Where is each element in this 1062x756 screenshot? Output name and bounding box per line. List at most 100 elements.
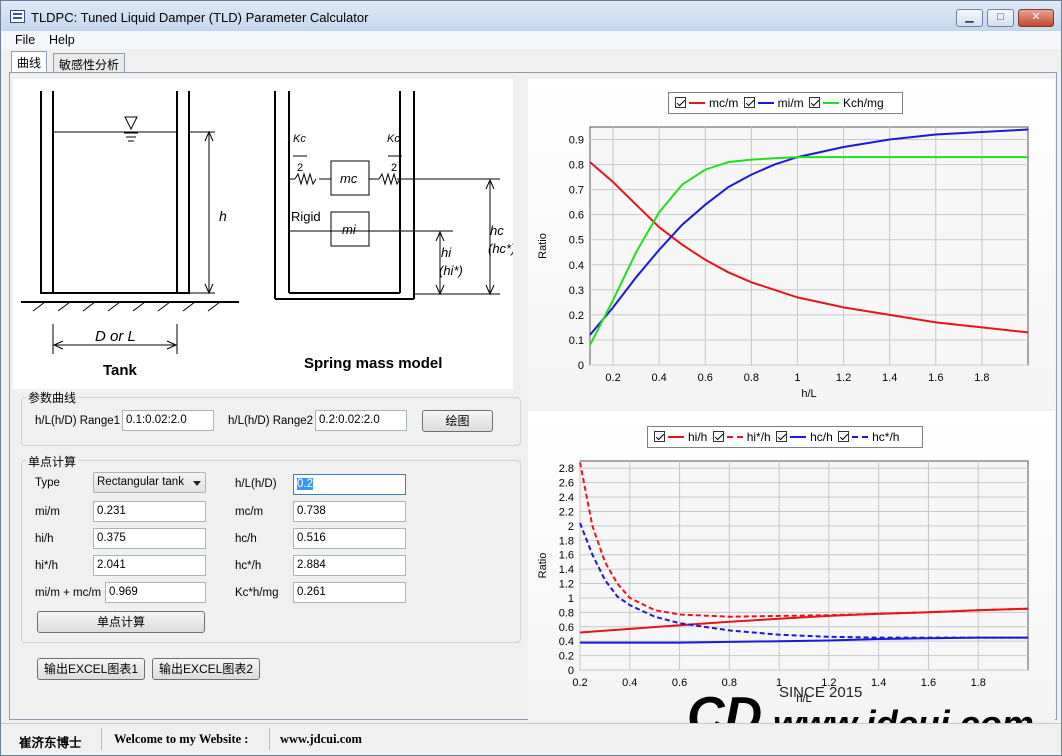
hc-label: hc xyxy=(490,223,504,238)
author-label: 崔济东博士 xyxy=(19,736,82,750)
mi-m-checkbox[interactable] xyxy=(743,97,755,108)
model-label: Spring mass model xyxy=(304,355,442,372)
y-tick-label: 0.2 xyxy=(569,310,584,322)
x-tick-label: 1 xyxy=(794,372,800,384)
calc-button[interactable]: 单点计算 xyxy=(37,611,205,633)
legend-swatch xyxy=(668,436,684,438)
y-tick-label: 2.8 xyxy=(559,463,574,475)
legend-swatch xyxy=(852,436,869,438)
range2-label: h/L(h/D) Range2 xyxy=(228,415,314,427)
x-tick-label: 0.2 xyxy=(605,372,620,384)
status-divider xyxy=(269,728,270,750)
hi-star-field[interactable]: 2.041 xyxy=(93,555,206,576)
x-tick-label: 0.2 xyxy=(572,677,587,689)
rigid-label: Rigid xyxy=(291,209,321,224)
legend-swatch xyxy=(757,102,774,104)
y-tick-label: 1 xyxy=(568,593,574,605)
x-tick-label: 1.2 xyxy=(836,372,851,384)
plot-area xyxy=(589,126,1029,366)
width-label: D or L xyxy=(95,328,136,345)
y-tick-label: 0.2 xyxy=(559,651,574,663)
mc-m-field[interactable]: 0.738 xyxy=(293,501,406,522)
menu-bar: File Help xyxy=(1,31,1061,49)
export-excel-1-button[interactable]: 输出EXCEL图表1 xyxy=(37,658,145,680)
maximize-button[interactable]: □ xyxy=(987,9,1014,27)
mc-m-label: mc/m xyxy=(235,506,264,518)
hc-star-checkbox[interactable] xyxy=(838,431,850,442)
y-tick-label: 0.4 xyxy=(559,636,574,648)
tank-diagram: h D or L Kc 2 Kc 2 mc mi hi (hi*) hc (hc… xyxy=(13,79,513,389)
y-tick-label: 1.2 xyxy=(559,579,574,591)
hl-label: h/L(h/D) xyxy=(235,478,277,490)
app-icon xyxy=(10,10,25,23)
y-tick-label: 0.8 xyxy=(569,160,584,172)
mc-m-checkbox[interactable] xyxy=(675,97,686,108)
y-tick-label: 0.8 xyxy=(559,607,574,619)
x-tick-label: 0.8 xyxy=(744,372,759,384)
hi-star-label: hi*/h xyxy=(35,560,59,572)
mi-m-field[interactable]: 0.231 xyxy=(93,501,206,522)
kch-mg-checkbox[interactable] xyxy=(809,97,821,108)
x-tick-label: 0.6 xyxy=(698,372,713,384)
hc-h-checkbox[interactable] xyxy=(776,431,788,442)
kc-field[interactable]: 0.261 xyxy=(293,582,406,603)
hc-star-label: hc*/h xyxy=(235,560,262,572)
website-link[interactable]: www.jdcui.com xyxy=(280,732,362,747)
x-tick-label: 1.6 xyxy=(928,372,943,384)
legend-swatch xyxy=(790,436,807,438)
mi-m-label: mi/m xyxy=(35,506,60,518)
y-tick-label: 2 xyxy=(568,521,574,533)
hc-h-label: hc/h xyxy=(235,533,257,545)
hi-star-checkbox[interactable] xyxy=(712,431,724,442)
y-tick-label: 1.6 xyxy=(559,550,574,562)
x-tick-label: 1.4 xyxy=(882,372,897,384)
minimize-button[interactable]: ▁ xyxy=(956,9,983,27)
y-tick-label: 0.1 xyxy=(569,335,584,347)
plot-button[interactable]: 绘图 xyxy=(422,410,493,432)
y-tick-label: 0.6 xyxy=(569,210,584,222)
hl-input[interactable]: 0.2 xyxy=(293,474,406,495)
title-bar: TLDPC: Tuned Liquid Damper (TLD) Paramet… xyxy=(1,1,1061,31)
y-tick-label: 1.4 xyxy=(559,564,574,576)
type-select[interactable]: Rectangular tank xyxy=(93,472,206,493)
y-tick-label: 0 xyxy=(578,360,584,372)
hi-label: hi xyxy=(441,245,452,260)
sum-field[interactable]: 0.969 xyxy=(105,582,206,603)
hi-h-checkbox[interactable] xyxy=(654,431,665,442)
y-tick-label: 0 xyxy=(568,665,574,677)
chart-2-legend: hi/h hi*/h hc/h hc*/h xyxy=(647,426,923,448)
status-divider xyxy=(101,728,102,750)
menu-help[interactable]: Help xyxy=(49,33,75,47)
chart-1: 0 0.1 0.2 0.3 0.4 0.5 0.6 0.7 0.8 0.9 0.2 0.4 0.6 0.8… xyxy=(537,126,1029,400)
hc-star-field[interactable]: 2.884 xyxy=(293,555,406,576)
kc-right-div: 2 xyxy=(391,162,397,174)
close-button[interactable]: ✕ xyxy=(1018,9,1054,27)
legend-label: mc/m xyxy=(709,96,739,110)
kc-right-label: Kc xyxy=(387,133,400,145)
chevron-down-icon xyxy=(193,481,201,486)
y-tick-label: 0.5 xyxy=(569,235,584,247)
hc-h-field[interactable]: 0.516 xyxy=(293,528,406,549)
y-axis-label: Ratio xyxy=(537,553,549,579)
export-excel-2-button[interactable]: 输出EXCEL图表2 xyxy=(152,658,260,680)
window-title: TLDPC: Tuned Liquid Damper (TLD) Paramet… xyxy=(31,10,369,25)
legend-label: hc/h xyxy=(810,430,833,444)
range2-input[interactable]: 0.2:0.02:2.0 xyxy=(315,410,407,431)
y-axis-label: Ratio xyxy=(537,233,549,259)
chart-1-panel: 0 0.1 0.2 0.3 0.4 0.5 0.6 0.7 0.8 0.9 0.2 0.4 0.6 0.8… xyxy=(528,79,1055,409)
menu-file[interactable]: File xyxy=(15,33,35,47)
y-tick-label: 0.4 xyxy=(569,260,584,272)
since-label: SINCE 2015 xyxy=(779,684,862,701)
tab-curve[interactable]: 曲线 xyxy=(11,51,48,73)
hi-h-field[interactable]: 0.375 xyxy=(93,528,206,549)
y-tick-label: 2.4 xyxy=(559,492,574,504)
tab-sensitivity[interactable]: 敏感性分析 xyxy=(53,53,126,72)
y-tick-label: 0.6 xyxy=(559,622,574,634)
hi-star-label: (hi*) xyxy=(439,263,463,278)
legend-swatch xyxy=(823,102,840,104)
hl-input-value: 0.2 xyxy=(297,478,313,490)
kc-left-div: 2 xyxy=(297,162,303,174)
sum-label: mi/m + mc/m xyxy=(35,587,102,599)
mi-label: mi xyxy=(342,222,357,237)
range1-input[interactable]: 0.1:0.02:2.0 xyxy=(122,410,214,431)
